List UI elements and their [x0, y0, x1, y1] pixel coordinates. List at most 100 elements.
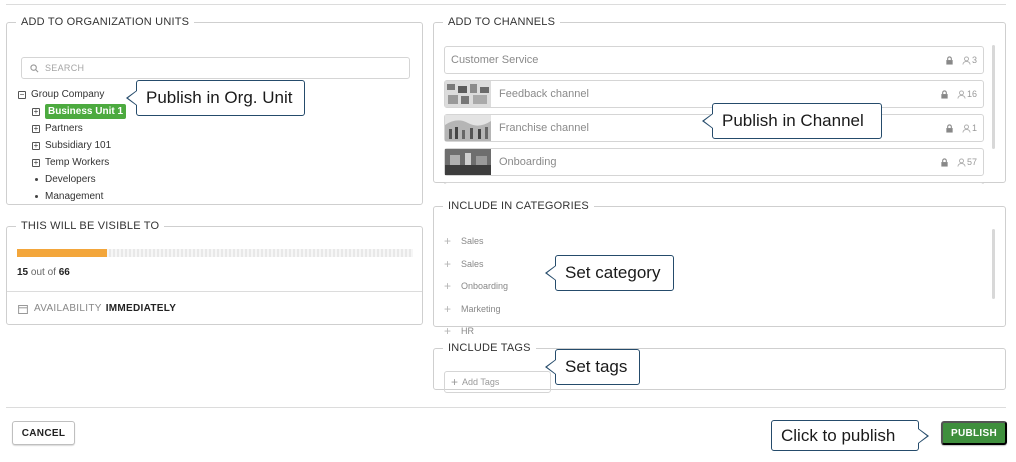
category-label: Sales: [461, 236, 484, 247]
lock-icon: [946, 55, 953, 65]
callout-pointer: [918, 427, 929, 444]
channel-name: Feedback channel: [499, 88, 589, 100]
category-label: Marketing: [461, 303, 501, 314]
channels-scrollbar[interactable]: [992, 45, 995, 149]
out-of-label: out of: [30, 267, 56, 278]
member-count: 16: [966, 89, 977, 99]
channel-item-partial[interactable]: [444, 182, 984, 184]
expand-icon[interactable]: +: [32, 141, 40, 150]
channel-meta: 16: [940, 81, 977, 107]
tree-item-business-unit-1[interactable]: + Business Unit 1: [18, 103, 127, 120]
channel-meta: 57: [940, 149, 977, 175]
channels-legend: ADD TO CHANNELS: [448, 16, 556, 28]
channel-name: Onboarding: [499, 156, 557, 168]
plus-icon: +: [444, 279, 452, 294]
search-icon: [30, 63, 39, 72]
lock-icon: [941, 157, 948, 167]
visibility-count: 15 out of 66: [17, 267, 70, 278]
channel-meta: 3: [945, 47, 977, 73]
lock-icon: [941, 89, 948, 99]
expand-icon[interactable]: +: [32, 107, 40, 116]
org-tree: − Group Company + Business Unit 1 + Part…: [18, 86, 127, 205]
visibility-divider: [7, 291, 422, 292]
channel-meta: 1: [945, 115, 977, 141]
category-label: Onboarding: [461, 281, 509, 292]
tree-item-label: Subsidiary 101: [45, 140, 112, 151]
category-item-marketing[interactable]: + Marketing: [444, 298, 508, 321]
category-item-hr[interactable]: + HR: [444, 320, 508, 343]
bullet-icon: [35, 178, 38, 181]
category-item-onboarding[interactable]: + Onboarding: [444, 275, 508, 298]
tree-item-label: Developers: [45, 174, 96, 185]
channel-item-customer-service[interactable]: Customer Service 3: [444, 46, 984, 74]
member-count: 1: [971, 123, 977, 133]
availability-label: AVAILABILITY: [34, 303, 102, 314]
tree-item-developers[interactable]: Developers: [18, 171, 126, 188]
channel-item-onboarding[interactable]: Onboarding 57: [444, 148, 984, 176]
visibility-progress-bar: [17, 249, 413, 257]
publish-button[interactable]: PUBLISH: [941, 421, 1007, 445]
category-item-sales[interactable]: + Sales: [444, 230, 508, 253]
callout-pointer: [545, 265, 556, 281]
bullet-icon: [35, 195, 38, 198]
callout-text: Publish in Channel: [722, 111, 864, 130]
categories-legend: INCLUDE IN CATEGORIES: [448, 200, 589, 212]
tree-item-subsidiary-101[interactable]: + Subsidiary 101: [18, 137, 126, 154]
callout-pointer: [545, 359, 556, 375]
channel-name: Franchise channel: [499, 122, 589, 134]
visibility-legend: THIS WILL BE VISIBLE TO: [21, 220, 160, 232]
categories-scrollbar[interactable]: [992, 229, 995, 299]
plus-icon: +: [444, 301, 452, 316]
visible-count: 15: [17, 267, 29, 278]
categories-panel: INCLUDE IN CATEGORIES + Sales + Sales + Onb…: [433, 200, 1006, 338]
tree-item-label: Temp Workers: [45, 157, 110, 168]
tree-item-temp-workers[interactable]: + Temp Workers: [18, 154, 126, 171]
category-item-sales-2[interactable]: + Sales: [444, 253, 508, 276]
collapse-icon[interactable]: −: [18, 90, 26, 99]
tree-item-group-company[interactable]: − Group Company: [18, 86, 126, 103]
expand-icon[interactable]: +: [32, 158, 40, 167]
tree-item-label: Partners: [45, 123, 83, 134]
channel-name: Customer Service: [451, 54, 539, 66]
visibility-progress-fill: [17, 249, 107, 257]
callout-tags: Set tags: [545, 349, 640, 385]
expand-icon[interactable]: +: [32, 124, 40, 133]
user-icon: [957, 89, 966, 99]
callout-pointer: [126, 90, 137, 106]
category-label: HR: [461, 326, 474, 337]
plus-icon: +: [444, 234, 452, 249]
top-divider: [6, 4, 1006, 5]
bottom-divider: [6, 407, 1006, 408]
tree-item-management[interactable]: Management: [18, 188, 126, 205]
category-list: + Sales + Sales + Onboarding + Marketing + HR: [444, 230, 508, 343]
availability-setting[interactable]: AVAILABILITY IMMEDIATELY: [18, 303, 176, 314]
lock-icon: [946, 123, 953, 133]
user-icon: [962, 55, 971, 65]
member-count: 57: [966, 157, 977, 167]
tree-item-partners[interactable]: + Partners: [18, 120, 126, 137]
callout-category: Set category: [545, 255, 674, 291]
callout-org-unit: Publish in Org. Unit: [126, 80, 305, 116]
add-tags-input[interactable]: + Add Tags: [444, 371, 551, 393]
callout-text: Click to publish: [781, 425, 896, 445]
tags-panel: INCLUDE TAGS + Add Tags: [433, 342, 1006, 393]
plus-icon: +: [444, 324, 452, 339]
cancel-button[interactable]: CANCEL: [12, 421, 75, 445]
callout-text: Publish in Org. Unit: [146, 88, 293, 107]
availability-value[interactable]: IMMEDIATELY: [106, 303, 177, 314]
callout-text: Set category: [565, 263, 661, 282]
channel-thumbnail: [445, 81, 491, 107]
tree-item-label-selected[interactable]: Business Unit 1: [45, 104, 127, 119]
calendar-icon: [18, 304, 28, 314]
callout-text: Set tags: [565, 357, 628, 376]
user-icon: [957, 157, 966, 167]
channel-thumbnail: [445, 149, 491, 175]
plus-icon: +: [444, 256, 452, 271]
plus-icon: +: [451, 375, 459, 389]
channels-panel: ADD TO CHANNELS Customer Service 3 Feedb…: [433, 16, 1006, 184]
category-label: Sales: [461, 258, 484, 269]
tree-item-label: Management: [45, 191, 104, 202]
org-search-input[interactable]: SEARCH: [21, 57, 410, 79]
tags-placeholder: Add Tags: [462, 377, 500, 387]
tree-item-label: Group Company: [31, 89, 105, 100]
